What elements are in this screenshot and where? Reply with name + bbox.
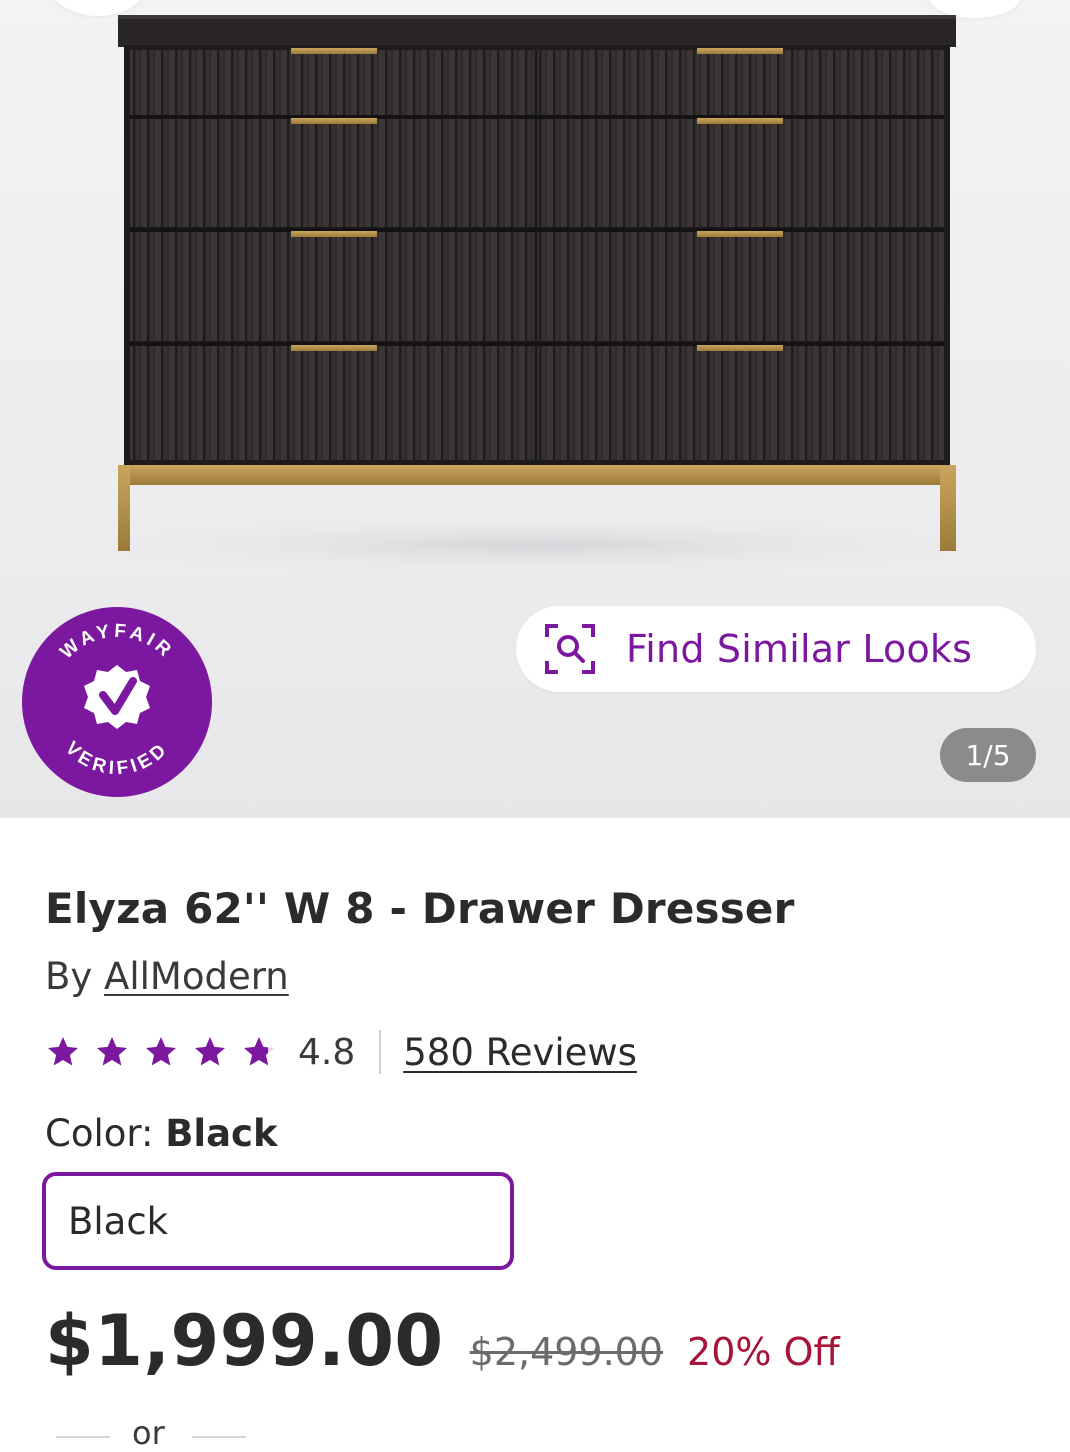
price-row: $1,999.00 $2,499.00 20% Off [45,1300,840,1390]
divider [379,1030,382,1074]
color-selected-value: Black [165,1112,278,1155]
find-similar-label: Find Similar Looks [626,627,973,671]
byline: By AllModern [45,955,289,998]
or-divider: or [56,1412,246,1452]
brand-link[interactable]: AllModern [104,955,289,998]
star-icon [48,1037,78,1066]
visual-search-icon [545,624,595,674]
star-icon [244,1037,274,1066]
wayfair-verified-badge: WAYFAIR VERIFIED [22,607,212,797]
divider-line [56,1436,110,1438]
color-option-label: Black [68,1199,169,1243]
rating-row: 4.8 580 Reviews [45,1026,637,1078]
product-title: Elyza 62'' W 8 - Drawer Dresser [45,884,795,933]
reviews-link[interactable]: 580 Reviews [403,1031,637,1074]
sale-price: $1,999.00 [45,1300,444,1382]
find-similar-looks-button[interactable]: Find Similar Looks [516,606,1036,692]
star-rating[interactable] [45,1034,290,1070]
color-label-prefix: Color: [45,1112,154,1155]
star-icon [97,1037,127,1066]
star-icon [195,1037,225,1066]
color-label: Color: Black [45,1112,278,1155]
color-option-black[interactable]: Black [42,1172,514,1270]
image-pager-indicator: 1/5 [940,728,1036,782]
discount-label: 20% Off [687,1330,840,1374]
original-price: $2,499.00 [469,1330,664,1374]
or-text: or [132,1414,165,1452]
product-gallery[interactable]: WAYFAIR VERIFIED Find Similar Looks 1/5 [0,0,1070,818]
divider-line [192,1436,246,1438]
by-prefix: By [45,955,93,998]
star-icon [146,1037,176,1066]
rating-value: 4.8 [298,1031,356,1073]
